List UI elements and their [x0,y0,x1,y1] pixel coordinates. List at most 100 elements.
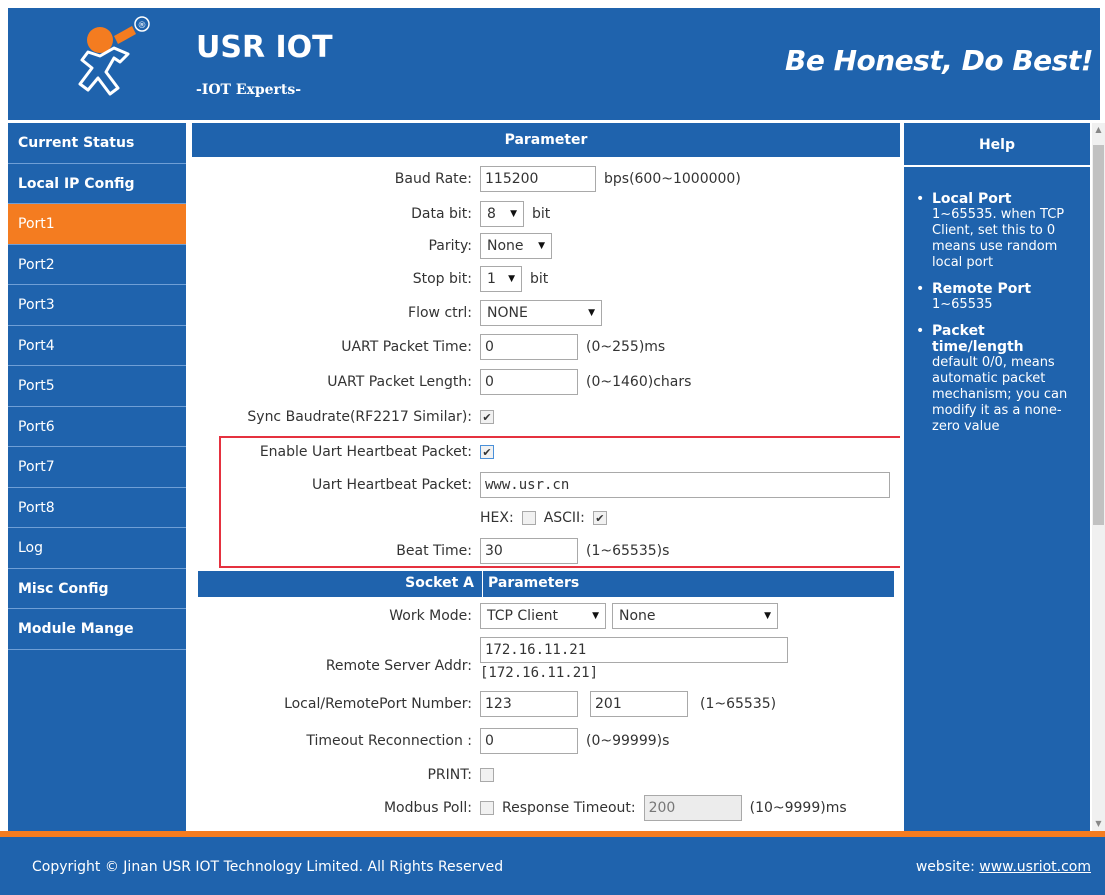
baud-rate-row: Baud Rate: 115200 bps(600~1000000) [192,164,900,194]
response-timeout-unit: (10~9999)ms [749,800,847,816]
uart-packet-length-input[interactable]: 0 [480,369,578,395]
scroll-thumb[interactable] [1093,145,1104,525]
data-bit-select[interactable]: 8 ▼ [480,201,524,227]
parity-label: Parity: [428,238,472,254]
help-item-title: Local Port [932,191,1012,207]
chevron-down-icon: ▼ [538,241,545,251]
work-mode-value: TCP Client [487,608,558,624]
sidebar-item-port1[interactable]: Port1 [8,204,186,245]
beat-time-input[interactable]: 30 [480,538,578,564]
help-item-remote-port: Remote Port 1~65535 [914,281,1080,313]
flow-ctrl-value: NONE [487,305,528,321]
help-item-packet: Packet time/length default 0/0, means au… [914,323,1080,435]
uart-packet-length-row: UART Packet Length: 0 (0~1460)chars [192,367,900,397]
sidebar-item-port2[interactable]: Port2 [8,245,186,285]
uart-packet-length-label: UART Packet Length: [327,374,472,390]
local-port-input[interactable]: 123 [480,691,578,717]
sidebar-item-module-mange[interactable]: Module Mange [8,609,186,650]
sidebar-item-port6[interactable]: Port6 [8,407,186,447]
modbus-poll-checkbox[interactable] [480,801,494,815]
sidebar-item-port5[interactable]: Port5 [8,366,186,407]
remote-server-row: Remote Server Addr: 172.16.11.21 [172.16… [192,637,900,689]
uart-packet-time-unit: (0~255)ms [586,339,666,355]
remote-server-resolved: [172.16.11.21] [480,665,599,681]
sidebar-item-log[interactable]: Log [8,528,186,569]
slogan: Be Honest, Do Best! [785,44,1094,77]
work-mode-secondary-select[interactable]: None ▼ [612,603,778,629]
chevron-down-icon: ▼ [588,308,595,318]
scroll-down-arrow-icon[interactable]: ▼ [1092,817,1105,831]
remote-server-label: Remote Server Addr: [325,658,472,674]
sidebar-item-port7[interactable]: Port7 [8,447,186,488]
socket-title-divider [482,571,483,597]
work-mode-select[interactable]: TCP Client ▼ [480,603,606,629]
beat-time-row: Beat Time: 30 (1~65535)s [192,536,900,566]
port-number-label: Local/RemotePort Number: [284,696,472,712]
chevron-down-icon: ▼ [592,611,599,621]
svg-text:®: ® [138,21,147,31]
data-bit-unit: bit [532,206,551,222]
remote-server-input[interactable]: 172.16.11.21 [480,637,788,663]
print-label: PRINT: [427,767,472,783]
help-item-text: default 0/0, means automatic packet mech… [932,355,1068,434]
brand-name: USR IOT [196,30,333,65]
parity-select[interactable]: None ▼ [480,233,552,259]
page-scrollbar[interactable]: ▲ ▼ [1092,123,1105,831]
sync-baudrate-checkbox[interactable] [480,410,494,424]
baud-rate-unit: bps(600~1000000) [604,171,741,187]
stop-bit-label: Stop bit: [412,271,472,287]
sidebar-item-port3[interactable]: Port3 [8,285,186,326]
parity-value: None [487,238,524,254]
hex-checkbox[interactable] [521,511,536,525]
stop-bit-select[interactable]: 1 ▼ [480,266,522,292]
baud-rate-label: Baud Rate: [394,171,472,187]
response-timeout-input[interactable]: 200 [643,795,742,821]
chevron-down-icon: ▼ [764,611,771,621]
stop-bit-row: Stop bit: 1 ▼ bit [192,264,900,294]
usr-logo-icon: ® [78,16,150,96]
sync-baudrate-row: Sync Baudrate(RF2217 Similar): [192,402,900,432]
sidebar-item-current-status[interactable]: Current Status [8,123,186,164]
heartbeat-packet-input[interactable]: www.usr.cn [480,472,890,498]
print-checkbox[interactable] [480,768,494,782]
beat-time-label: Beat Time: [396,543,472,559]
data-bit-row: Data bit: 8 ▼ bit [192,199,900,229]
website-link[interactable]: www.usriot.com [979,859,1091,875]
scroll-up-arrow-icon[interactable]: ▲ [1092,123,1105,137]
hex-label: HEX: [480,510,514,526]
timeout-reconnection-input[interactable]: 0 [480,728,578,754]
enable-heartbeat-row: Enable Uart Heartbeat Packet: [192,437,900,467]
parity-row: Parity: None ▼ [192,231,900,261]
ascii-checkbox[interactable] [592,511,607,525]
uart-packet-length-unit: (0~1460)chars [586,374,692,390]
work-mode-label: Work Mode: [389,608,472,624]
sidebar-nav: Current Status Local IP Config Port1 Por… [8,123,186,831]
sidebar-item-port4[interactable]: Port4 [8,326,186,366]
sidebar-item-port8[interactable]: Port8 [8,488,186,528]
uart-packet-time-input[interactable]: 0 [480,334,578,360]
socket-a-section-title: Socket A Parameters [198,571,894,597]
baud-rate-input[interactable]: 115200 [480,166,596,192]
flow-ctrl-label: Flow ctrl: [408,305,472,321]
sidebar-item-misc-config[interactable]: Misc Config [8,569,186,609]
chevron-down-icon: ▼ [508,274,515,284]
timeout-reconnection-unit: (0~99999)s [586,733,670,749]
copyright-text: Copyright © Jinan USR IOT Technology Lim… [32,859,504,875]
help-item-text: 1~65535. when TCP Client, set this to 0 … [932,207,1065,270]
enable-heartbeat-checkbox[interactable] [480,445,494,459]
stop-bit-unit: bit [530,271,549,287]
help-title: Help [904,123,1090,167]
parameter-panel: Parameter Baud Rate: 115200 bps(600~1000… [192,123,900,831]
response-timeout-label: Response Timeout: [502,800,636,816]
sidebar-item-local-ip-config[interactable]: Local IP Config [8,164,186,204]
modbus-poll-label: Modbus Poll: [383,800,472,816]
remote-port-input[interactable]: 201 [590,691,688,717]
socket-title-right: Parameters [488,575,580,591]
timeout-reconnection-row: Timeout Reconnection : 0 (0~99999)s [192,726,900,756]
data-bit-label: Data bit: [411,206,472,222]
help-panel: Help Local Port 1~65535. when TCP Client… [904,123,1090,831]
print-row: PRINT: [192,760,900,790]
ascii-label: ASCII: [543,510,585,526]
flow-ctrl-select[interactable]: NONE ▼ [480,300,602,326]
sync-baudrate-label: Sync Baudrate(RF2217 Similar): [247,409,472,425]
